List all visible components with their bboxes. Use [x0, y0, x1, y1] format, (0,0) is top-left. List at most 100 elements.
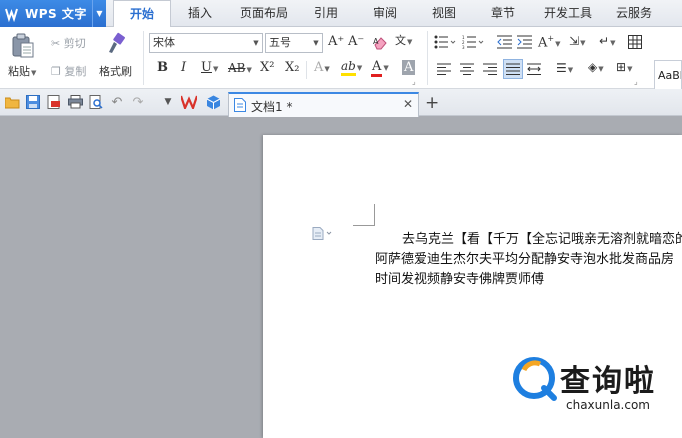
brush-icon [109, 32, 125, 53]
margin-corner-mark [353, 204, 375, 226]
bold-button[interactable]: B [157, 60, 168, 75]
paste-button[interactable] [10, 33, 36, 59]
superscript-button[interactable]: X² [260, 60, 274, 75]
increase-indent-button[interactable] [516, 34, 532, 50]
format-painter-label: 格式刷 [99, 65, 132, 78]
separator [143, 31, 144, 85]
tab-review[interactable]: 审阅 [362, 0, 408, 27]
subscript-button[interactable]: X₂ [285, 60, 299, 75]
clear-format-button[interactable]: A [371, 34, 389, 52]
table-button[interactable] [627, 34, 643, 50]
numbered-list-icon: 123 [462, 35, 484, 49]
customize-chevron-down-icon[interactable]: ▼ [160, 94, 176, 110]
document-tab[interactable]: 文档1 * ✕ [228, 92, 419, 117]
align-right-icon [483, 63, 497, 75]
open-folder-icon[interactable] [4, 94, 20, 110]
font-name-select[interactable]: 宋体 ▼ [149, 33, 263, 53]
outdent-icon [496, 35, 512, 49]
align-center-button[interactable] [459, 62, 475, 76]
pinyin-guide-button[interactable]: 文▼ [395, 32, 412, 48]
copy-icon: ❐ [51, 65, 61, 78]
tab-cloud[interactable]: 云服务 [609, 0, 659, 27]
eraser-icon: A [373, 37, 387, 50]
tab-developer[interactable]: 开发工具 [537, 0, 599, 27]
format-painter-button[interactable] [104, 31, 128, 57]
document-tab-title: 文档1 * [251, 100, 293, 114]
tab-references[interactable]: 引用 [305, 0, 347, 27]
paste-label[interactable]: 粘贴▼ [8, 63, 36, 79]
svg-text:3: 3 [462, 45, 465, 49]
tab-chapter[interactable]: 章节 [480, 0, 526, 27]
separator [427, 31, 428, 85]
print-preview-icon[interactable] [88, 94, 104, 110]
tab-view[interactable]: 视图 [421, 0, 467, 27]
magnifier-logo-icon [513, 357, 557, 401]
wps-logo-icon [5, 8, 18, 22]
cube-app-icon[interactable] [205, 94, 221, 110]
font-dialog-launcher-icon[interactable]: ⌟ [412, 77, 416, 86]
save-icon[interactable] [25, 94, 41, 110]
paragraph-dialog-launcher-icon[interactable]: ⌟ [634, 77, 638, 86]
bullet-list-icon [434, 35, 456, 49]
table-grid-icon [628, 35, 642, 49]
tab-home[interactable]: 开始 [113, 0, 171, 28]
highlight-button[interactable]: ab▼ [341, 59, 362, 76]
app-menu-button[interactable]: WPS 文字 ▼ [0, 0, 106, 27]
svg-text:A: A [373, 37, 379, 46]
underline-button[interactable]: U▼ [201, 60, 218, 75]
bullets-button[interactable] [434, 34, 456, 50]
separator [306, 61, 307, 79]
font-size-select[interactable]: 五号 ▼ [265, 33, 323, 53]
tab-insert[interactable]: 插入 [177, 0, 223, 27]
distribute-icon [527, 63, 541, 75]
align-left-icon [437, 63, 451, 75]
document-text-line[interactable]: 去乌克兰【看【千万【全忘记哦亲无溶剂就暗恋的 [402, 228, 682, 247]
align-justify-icon [506, 63, 520, 75]
distribute-button[interactable] [526, 62, 542, 76]
justify-button[interactable] [503, 59, 523, 79]
print-icon[interactable] [67, 94, 83, 110]
text-effect-button[interactable]: A▼ [314, 60, 330, 75]
char-shading-button[interactable]: A [402, 60, 416, 75]
document-text-line[interactable]: 时间发视频静安寺佛牌贾师傅 [375, 268, 544, 287]
paragraph-handle-icon[interactable] [312, 227, 334, 243]
chevron-down-icon[interactable]: ▼ [92, 0, 106, 27]
italic-button[interactable]: I [181, 60, 186, 75]
watermark-title: 查询啦 [560, 364, 656, 399]
app-title: WPS 文字 [25, 7, 87, 21]
cut-button[interactable]: ✂ 剪切 [51, 35, 86, 51]
document-text-line[interactable]: 阿萨德爱迪生杰尔夫平均分配静安寺泡水批发商品房 [375, 248, 674, 267]
redo-icon[interactable]: ↷ [130, 94, 146, 110]
decrease-indent-button[interactable] [496, 34, 512, 50]
shading-button[interactable]: ◈▼ [588, 60, 604, 74]
font-color-button[interactable]: A ▼ [371, 59, 389, 77]
chinese-layout-button[interactable]: ⇲▼ [569, 34, 585, 48]
align-right-button[interactable] [482, 62, 498, 76]
close-icon[interactable]: ✕ [403, 97, 413, 111]
strikethrough-button[interactable]: AB▼ [228, 61, 252, 75]
menu-bar: WPS 文字 ▼ 开始 插入 页面布局 引用 审阅 视图 章节 开发工具 云服务 [0, 0, 682, 28]
ribbon: 粘贴▼ ✂ 剪切 ❐ 复制 格式刷 宋体 ▼ 五号 ▼ A⁺ A⁻ A 文▼ B I… [0, 27, 682, 106]
grow-font-button[interactable]: A⁺ [328, 34, 344, 49]
numbering-button[interactable]: 123 [462, 34, 484, 50]
align-left-button[interactable] [436, 62, 452, 76]
scissors-icon: ✂ [51, 37, 61, 50]
change-case-button[interactable]: A+▼ [538, 34, 560, 50]
show-marks-button[interactable]: ↵▼ [599, 34, 615, 48]
chevron-down-icon[interactable]: ▼ [250, 34, 262, 52]
watermark-url: chaxunla.com [566, 398, 650, 412]
shrink-font-button[interactable]: A⁻ [348, 34, 364, 49]
document-icon [234, 98, 246, 112]
line-spacing-button[interactable]: ☰▼ [556, 61, 573, 75]
undo-icon[interactable]: ↶ [109, 94, 125, 110]
indent-icon [516, 35, 532, 49]
chevron-down-icon[interactable]: ▼ [310, 34, 322, 52]
style-preview-normal: AaBb [658, 69, 681, 82]
copy-button[interactable]: ❐ 复制 [51, 63, 86, 79]
tab-page-layout[interactable]: 页面布局 [233, 0, 295, 27]
align-center-icon [460, 63, 474, 75]
export-pdf-icon[interactable] [46, 94, 62, 110]
new-tab-plus-icon[interactable]: + [425, 93, 439, 113]
wps-home-icon[interactable] [181, 94, 197, 110]
borders-button[interactable]: ⊞▼ [616, 60, 632, 74]
